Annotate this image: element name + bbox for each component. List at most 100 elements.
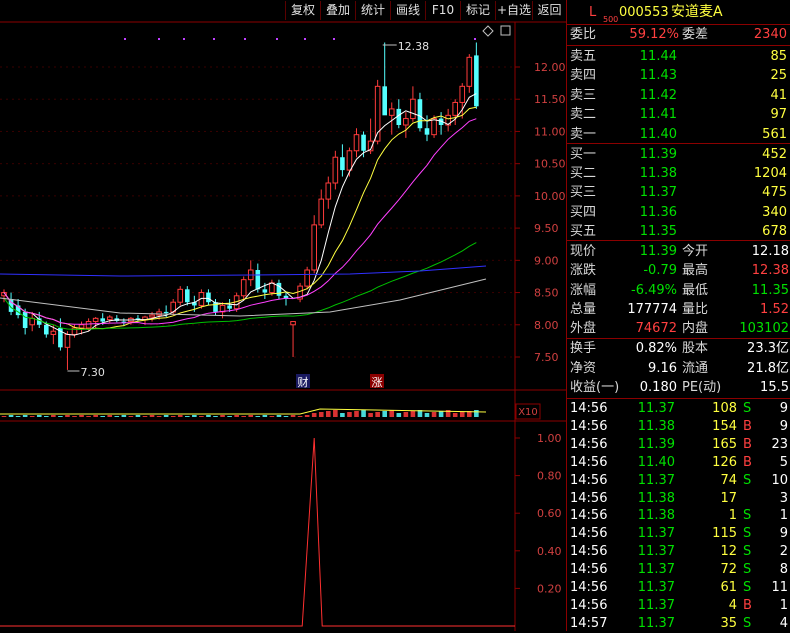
candle-body [269,282,275,294]
candle-body [431,118,437,136]
high-marker-label: 12.38 [398,40,430,53]
fin-value: 15.5 [760,380,789,395]
tick-time: 14:56 [570,508,608,524]
volume-bar [121,415,127,417]
candle-body [149,314,155,318]
kline-chart[interactable]: 12.00 11.50 11.00 10.50 10.00 9.50 9.00 8.50 8.0… [0,0,566,631]
volume-bar [241,416,246,417]
volume-bar [368,413,373,417]
buy-label: 买四 [570,204,597,220]
candle-body [276,282,282,296]
tick-side: S [743,472,752,488]
volume-bar [304,415,310,417]
candle-body [304,269,310,287]
volume-bar [311,413,317,417]
tick-row: 14:56 11.40 126 B 5 [567,453,790,472]
toolbar-button-4[interactable]: F10 [425,1,460,20]
tick-volume: 12 [720,544,737,560]
candle-body [177,288,184,303]
candle-body [92,317,99,323]
volume-bar [44,416,49,417]
candle-body [311,224,317,271]
tick-row: 14:56 11.38 17 3 [567,489,790,508]
tick-price: 11.38 [637,490,675,506]
stat-row: 现价 11.39 今开 12.18 [567,242,790,261]
volume-bar [36,415,42,417]
toolbar-button-6[interactable]: +自选 [495,1,532,20]
volume-bar [424,413,430,417]
toolbar-button-5[interactable]: 标记 [460,1,495,20]
tick-row: 14:56 11.38 154 B 9 [567,417,790,436]
volume-bar [149,415,155,417]
volume-bar [1,416,7,417]
stock-name: 安道麦A [671,4,723,20]
stat-label: 现价 [570,244,597,259]
tick-price: 11.37 [637,526,675,542]
stat-label: 最低 [682,282,709,298]
tick-side: S [743,615,752,631]
volume-bar [340,413,345,417]
marker-dot [333,38,335,40]
fin-value: 0.180 [639,380,677,395]
toolbar-button-7[interactable]: 返回 [532,1,566,20]
tick-count: 8 [779,562,788,578]
quote-panel: L 500 000553 安道麦A 委比 59.12% 委差 2340 卖五 11… [566,0,790,631]
toolbar-button-1[interactable]: 叠加 [320,1,355,20]
volume-bar [213,416,218,417]
volume-bar [65,415,70,417]
volume-bar [100,416,105,417]
event-tag-finance: 财 [298,375,309,389]
sell-price: 11.42 [639,87,677,103]
tick-count: 2 [779,544,788,560]
y-tick-label: 8.50 [534,287,559,300]
buy-volume: 452 [762,147,787,162]
tick-row: 14:56 11.37 108 S 9 [567,399,790,418]
sell-level-2: 卖二 11.41 97 [567,105,790,124]
diamond-icon [482,25,494,37]
volume-scale-label: X10 [518,407,538,418]
candle-body [22,311,28,328]
candle-body [388,108,395,116]
buy-level-2: 买二 11.38 1204 [567,164,790,183]
candle-body [340,157,345,171]
tick-price: 11.38 [637,508,675,524]
sell-price: 11.44 [639,49,677,64]
buy-level-5: 买五 11.35 678 [567,222,790,241]
buy-volume: 678 [762,223,787,239]
sell-label: 卖四 [570,68,597,84]
y-tick-label: 8.00 [534,319,559,332]
tick-time: 14:56 [570,562,608,578]
stat-value: 177774 [627,301,677,317]
ma250-line [0,265,487,277]
volume-bar [474,410,479,417]
marker-dot [213,38,215,40]
volume-bar [170,416,176,417]
y-tick-label: 11.50 [534,93,566,106]
fin-value: 23.3亿 [747,341,789,356]
candle-body [452,101,458,116]
stat-value: 11.35 [751,282,789,298]
toolbar-button-0[interactable]: 复权 [285,1,320,20]
tick-price: 11.37 [637,562,675,578]
stat-value: -0.79 [643,263,677,279]
candle-body [213,302,218,312]
tick-time: 14:56 [570,490,608,506]
sell-volume: 97 [770,107,787,123]
sell-level-3: 卖三 11.42 41 [567,86,790,105]
volume-bar [58,416,63,417]
sell-label: 卖五 [570,49,597,64]
buy-level-3: 买三 11.37 475 [567,183,790,202]
volume-bar [135,415,141,417]
tick-count: 9 [779,526,788,542]
candle-body [255,270,261,290]
toolbar-button-2[interactable]: 统计 [355,1,390,20]
candle-body [50,330,57,335]
toolbar-button-3[interactable]: 画线 [390,1,425,20]
tick-side: S [743,544,752,560]
buy-price: 11.38 [639,166,677,182]
candle-body [474,55,479,107]
tick-row: 14:56 11.39 165 B 23 [567,435,790,454]
volume-bar [192,415,197,417]
stat-label: 涨跌 [570,263,597,279]
tick-time: 14:56 [570,436,608,452]
